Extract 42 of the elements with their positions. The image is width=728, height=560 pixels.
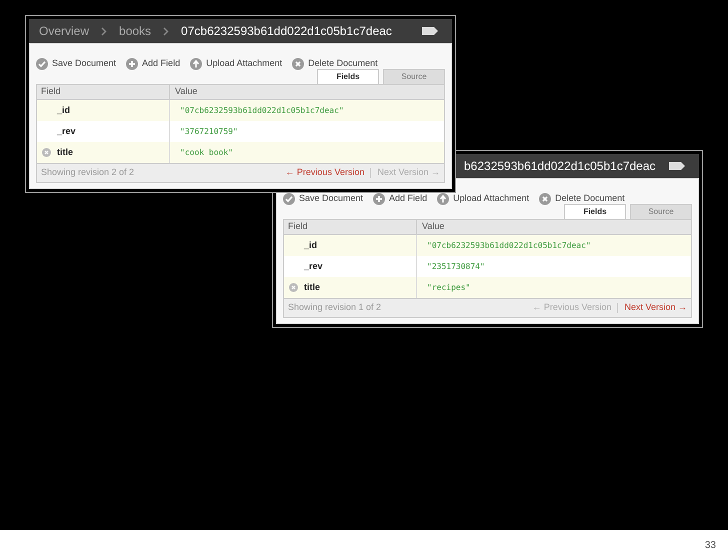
- field-name: title: [57, 146, 74, 159]
- next-version-link[interactable]: Next Version →: [624, 301, 687, 315]
- field-value: "cook book": [179, 146, 233, 158]
- field-name: _rev: [57, 124, 76, 138]
- column-header: Value: [174, 85, 198, 98]
- field-name: _rev: [304, 260, 323, 273]
- column-header: Field: [284, 220, 417, 234]
- toolbar-button[interactable]: Upload Attachment: [437, 192, 530, 206]
- breadcrumb-item[interactable]: b6232593b61dd022d1c05b1c7deac: [464, 157, 656, 175]
- tag-icon[interactable]: [669, 162, 685, 170]
- field-name: _id: [57, 104, 70, 117]
- breadcrumb-item[interactable]: 07cb6232593b61dd022d1c05b1c7deac: [181, 22, 392, 40]
- field-value: "2351730874": [426, 260, 485, 272]
- delete-icon: [539, 193, 552, 205]
- tab[interactable]: Fields: [564, 204, 626, 219]
- field-value: "07cb6232593b61dd022d1c05b1c7deac": [179, 104, 344, 116]
- toolbar-button[interactable]: Add Field: [126, 57, 180, 71]
- column-header: Value: [421, 220, 444, 234]
- column-header: Field: [37, 85, 170, 99]
- revision-status: Showing revision 1 of 2: [288, 301, 382, 314]
- previous-version-link[interactable]: ← Previous Version: [285, 166, 364, 180]
- breadcrumb-item[interactable]: books: [119, 22, 152, 40]
- field-value: "3767210759": [179, 126, 238, 138]
- toolbar-button[interactable]: Upload Attachment: [190, 57, 282, 71]
- chevron-icon: [101, 26, 108, 36]
- tag-icon[interactable]: [422, 27, 438, 35]
- delete-icon: [292, 58, 304, 70]
- field-value: "07cb6232593b61dd022d1c05b1c7deac": [426, 240, 591, 252]
- toolbar-button[interactable]: Add Field: [373, 192, 428, 206]
- revision-status: Showing revision 2 of 2: [41, 166, 134, 180]
- field-name: _id: [304, 238, 318, 252]
- chevron-icon: [163, 26, 170, 36]
- up-arrow-icon: [190, 58, 202, 70]
- page-number: 33: [704, 539, 716, 553]
- plus-icon: [126, 58, 138, 70]
- breadcrumb-item[interactable]: Overview: [39, 22, 90, 40]
- check-icon: [36, 58, 48, 70]
- field-value: "recipes": [426, 282, 470, 294]
- toolbar-button[interactable]: Save Document: [36, 57, 116, 71]
- field-name: title: [304, 280, 320, 294]
- toolbar-button[interactable]: Save Document: [283, 192, 364, 206]
- tab[interactable]: Fields: [317, 69, 379, 84]
